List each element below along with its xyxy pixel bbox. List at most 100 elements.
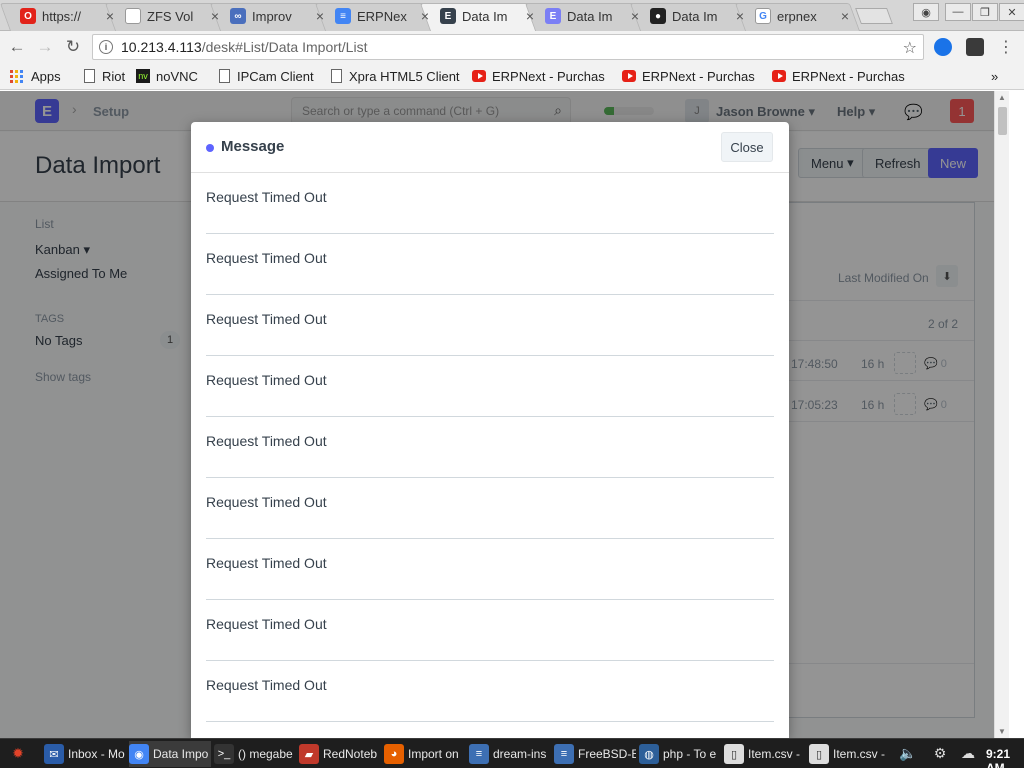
scroll-up-arrow-icon[interactable]: ▲ xyxy=(998,93,1006,102)
volume-icon[interactable]: 🔈 xyxy=(898,743,918,763)
taskbar-item[interactable]: ◍ php - To e xyxy=(639,741,721,767)
tab-close-icon[interactable]: × xyxy=(103,8,117,24)
address-bar[interactable]: i 10.213.4.113/desk#List/Data Import/Lis… xyxy=(92,34,924,60)
taskbar-item-label: Import on xyxy=(408,747,459,761)
google-icon: G xyxy=(755,8,771,24)
scrollbar-thumb[interactable] xyxy=(998,107,1007,135)
message-item: Request Timed Out xyxy=(206,356,774,417)
message-item: Request Timed Out xyxy=(206,234,774,295)
tab-close-icon[interactable]: × xyxy=(313,8,327,24)
bookmark-label: Apps xyxy=(31,68,61,84)
chrome-menu-icon[interactable]: ⋮ xyxy=(995,36,1017,58)
rednotebook-icon: ▰ xyxy=(299,744,319,764)
apps-grid-icon xyxy=(10,69,23,83)
gdocs-icon: ≡ xyxy=(335,8,351,24)
page-scrollbar[interactable]: ▲ ▼ xyxy=(994,91,1009,738)
document-icon: ≡ xyxy=(469,744,489,764)
taskbar-item[interactable]: ▯ Item.csv - xyxy=(809,741,891,767)
os-taskbar: ✹ ✉ Inbox - Mo ◉ Data Impo >_ () megabe ▰ RedNo… xyxy=(0,738,1024,768)
youtube-icon xyxy=(622,69,636,83)
message-item: Request Timed Out xyxy=(206,661,774,722)
cloud-sync-icon[interactable]: ☁ xyxy=(958,743,978,763)
message-item: Request Timed Out xyxy=(206,173,774,234)
forward-arrow-icon[interactable]: → xyxy=(34,36,56,58)
tab-close-icon[interactable]: × xyxy=(838,8,852,24)
start-menu-icon[interactable]: ✹ xyxy=(8,743,28,763)
message-item: Request Timed Out xyxy=(206,539,774,600)
tab-close-icon[interactable]: × xyxy=(523,8,537,24)
bookmark-xpra[interactable]: Xpra HTML5 Client xyxy=(329,67,460,85)
document-icon: ≡ xyxy=(554,744,574,764)
back-arrow-icon[interactable]: ← xyxy=(6,36,28,58)
profile-icon[interactable]: ◉ xyxy=(913,3,939,21)
bookmark-label: Xpra HTML5 Client xyxy=(349,68,460,84)
doc-icon xyxy=(82,69,96,83)
terminal-icon: >_ xyxy=(214,744,234,764)
bookmark-label: Riot xyxy=(102,68,126,84)
message-item: Request Timed Out xyxy=(206,417,774,478)
reload-icon[interactable]: ↻ xyxy=(62,36,84,58)
taskbar-item-label: () megabe xyxy=(238,747,293,761)
taskbar-item-label: php - To e xyxy=(663,747,717,761)
tab-title: Data Im xyxy=(672,8,718,24)
modal-title: Message xyxy=(221,138,285,155)
taskbar-item[interactable]: ▯ Item.csv - xyxy=(724,741,806,767)
site-info-icon[interactable]: i xyxy=(99,40,113,54)
erpnext-icon: E xyxy=(545,8,561,24)
browser-tab-strip: Ohttps:// × ZFS Vol × ∞ Improv × ≡ ERPNex × E Data … xyxy=(0,0,1024,31)
tab-title: https:// xyxy=(42,8,82,24)
bookmark-erpnext-3[interactable]: ERPNext - Purchas xyxy=(772,67,907,85)
tab-title: Data Im xyxy=(462,8,508,24)
message-list: Request Timed Out Request Timed Out Reques… xyxy=(206,173,774,722)
url-path: /desk#List/Data Import/List xyxy=(201,39,368,55)
close-window-button[interactable]: ✕ xyxy=(999,3,1024,21)
bookmark-label: ERPNext - Purchas xyxy=(792,68,905,84)
youtube-icon xyxy=(772,69,786,83)
bookmarks-more-button[interactable]: » xyxy=(991,67,998,85)
bookmark-label: ERPNext - Purchas xyxy=(642,68,755,84)
bookmark-erpnext-2[interactable]: ERPNext - Purchas xyxy=(622,67,757,85)
bookmark-label: noVNC xyxy=(156,68,198,84)
bookmarks-bar: Apps Riot nv noVNC IPCam Client Xpra HTM… xyxy=(0,63,1024,90)
close-button[interactable]: Close xyxy=(721,132,773,162)
bookmark-apps[interactable]: Apps xyxy=(10,67,61,85)
maximize-window-button[interactable]: ❐ xyxy=(972,3,998,21)
bookmark-novnc[interactable]: nv noVNC xyxy=(136,67,198,85)
tab-title: Data Im xyxy=(567,8,613,24)
new-tab-button[interactable] xyxy=(855,8,893,24)
novnc-icon: nv xyxy=(136,69,150,83)
taskbar-item[interactable]: ◕ Import on xyxy=(384,741,466,767)
bookmark-erpnext-1[interactable]: ERPNext - Purchas xyxy=(472,67,607,85)
extension-icon[interactable] xyxy=(934,38,952,56)
tab-close-icon[interactable]: × xyxy=(208,8,222,24)
url-host: 10.213.4.113 xyxy=(121,39,202,55)
extension-puzzle-icon[interactable] xyxy=(966,38,984,56)
message-item: Request Timed Out xyxy=(206,600,774,661)
bookmark-riot[interactable]: Riot xyxy=(82,67,125,85)
taskbar-item-label: FreeBSD-E xyxy=(578,747,636,761)
erpnext-dark-icon: E xyxy=(440,8,456,24)
taskbar-item[interactable]: ◉ Data Impo xyxy=(129,741,211,767)
tab-title: Improv xyxy=(252,8,292,24)
tab-close-icon[interactable]: × xyxy=(733,8,747,24)
message-dialog: Message Close Request Timed Out Request T… xyxy=(191,122,789,738)
taskbar-item[interactable]: ≡ dream-ins xyxy=(469,741,551,767)
bookmark-ipcam[interactable]: IPCam Client xyxy=(217,67,314,85)
network-icon[interactable]: ⚙ xyxy=(930,743,950,763)
taskbar-item[interactable]: ≡ FreeBSD-E xyxy=(554,741,636,767)
scroll-down-arrow-icon[interactable]: ▼ xyxy=(998,727,1006,736)
bookmark-star-icon[interactable]: ☆ xyxy=(903,38,917,58)
taskbar-item[interactable]: >_ () megabe xyxy=(214,741,296,767)
doc-icon xyxy=(217,69,231,83)
file-icon: ▯ xyxy=(809,744,829,764)
tab-close-icon[interactable]: × xyxy=(418,8,432,24)
taskbar-item[interactable]: ✉ Inbox - Mo xyxy=(44,741,126,767)
minimize-window-button[interactable]: — xyxy=(945,3,971,21)
doc-icon xyxy=(329,69,343,83)
oracle-icon: O xyxy=(20,8,36,24)
taskbar-item-label: Item.csv - xyxy=(748,747,801,761)
taskbar-item[interactable]: ▰ RedNoteb xyxy=(299,741,381,767)
tab-close-icon[interactable]: × xyxy=(628,8,642,24)
taskbar-item-label: Item.csv - xyxy=(833,747,886,761)
browser-tab[interactable]: Gerpnex × xyxy=(735,1,860,31)
